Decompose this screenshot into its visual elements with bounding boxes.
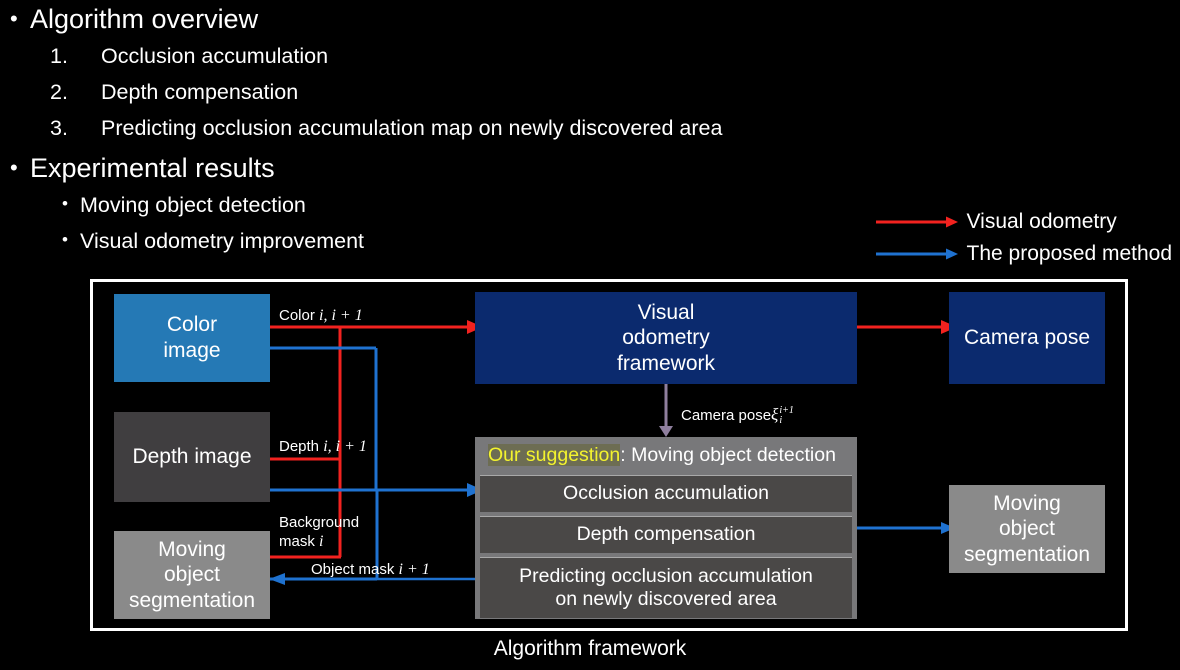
- box-line: Moving: [158, 537, 226, 561]
- edge-label-symbol: ξ: [771, 405, 779, 424]
- legend: Visual odometry The proposed method: [874, 206, 1172, 270]
- box-line: Visual: [637, 300, 695, 324]
- bullet-label: Visual odometry improvement: [80, 229, 365, 253]
- bullet-label: Depth compensation: [101, 80, 299, 104]
- box-line: odometry: [622, 326, 710, 350]
- bullet-predicting-map: 3. Predicting occlusion accumulation map…: [0, 113, 1180, 143]
- step-label: Occlusion accumulation: [563, 482, 769, 505]
- step-label: Predicting occlusion accumulation: [519, 564, 813, 587]
- edge-label-text: Camera pose: [681, 407, 772, 424]
- edge-label-depth-pair: Depth i, i + 1: [279, 437, 367, 456]
- box-label: Depth image: [132, 445, 252, 469]
- slide-stage: • Algorithm overview 1. Occlusion accumu…: [0, 0, 1180, 670]
- edge-label-math: i: [319, 533, 324, 550]
- bullet-dot-icon: •: [10, 6, 18, 31]
- suggestion-title-rest: : Moving object detection: [620, 444, 836, 466]
- legend-item-proposed-method: The proposed method: [874, 238, 1172, 270]
- list-number: 2.: [50, 80, 68, 104]
- box-line: object: [163, 563, 221, 587]
- edge-label-camera-pose-xi: Camera poseξ i+1 i: [681, 405, 794, 426]
- box-our-suggestion: Our suggestion: Moving object detection …: [475, 437, 857, 619]
- bullet-dot-icon: •: [62, 194, 68, 213]
- box-line: framework: [616, 351, 716, 375]
- box-line: Color: [166, 313, 218, 337]
- edge-label-math: i, i + 1: [323, 438, 367, 455]
- subscript: i: [779, 415, 783, 427]
- box-color-image: Color image: [114, 294, 270, 382]
- box-depth-image: Depth image: [114, 412, 270, 502]
- box-label: Camera pose: [963, 326, 1091, 350]
- edge-label-color-pair: Color i, i + 1: [279, 306, 363, 325]
- box-line: image: [163, 339, 221, 362]
- bullet-dot-icon: •: [10, 155, 18, 180]
- box-line: segmentation: [963, 542, 1091, 566]
- edge-label-text: Color: [279, 307, 315, 324]
- bullet-label: Occlusion accumulation: [101, 44, 329, 68]
- bullet-experimental-results: • Experimental results: [0, 152, 1180, 184]
- edge-label-background-mask: Background mask i: [279, 513, 359, 551]
- legend-item-visual-odometry: Visual odometry: [874, 206, 1172, 238]
- edge-label-math: i, i + 1: [319, 307, 363, 324]
- arrow-right-icon: [875, 248, 958, 260]
- legend-label: Visual odometry: [966, 210, 1117, 233]
- bullet-dot-icon: •: [62, 230, 68, 249]
- edge-label-supsub: i+1 i: [779, 406, 794, 426]
- box-moving-object-segmentation-input: Moving object segmentation: [114, 531, 270, 619]
- edge-label-text: Object mask: [311, 561, 395, 578]
- box-camera-pose: Camera pose: [949, 292, 1105, 384]
- arrow-right-icon: [875, 216, 958, 228]
- box-line: Moving: [993, 491, 1061, 515]
- bullet-occlusion-accumulation: 1. Occlusion accumulation: [0, 41, 1180, 71]
- bullet-label: Experimental results: [30, 153, 275, 183]
- suggestion-title: Our suggestion: Moving object detection: [480, 441, 852, 471]
- box-moving-object-segmentation-output: Moving object segmentation: [949, 485, 1105, 573]
- bullet-algorithm-overview: • Algorithm overview: [0, 3, 1180, 35]
- edge-label-math: i + 1: [398, 561, 430, 578]
- bullet-label: Moving object detection: [80, 193, 306, 217]
- list-number: 3.: [50, 116, 68, 140]
- step-label: on newly discovered area: [555, 588, 777, 610]
- list-number: 1.: [50, 44, 68, 68]
- suggestion-highlight: Our suggestion: [488, 444, 621, 466]
- suggestion-step-predicting-occlusion: Predicting occlusion accumulation on new…: [480, 557, 852, 618]
- algorithm-framework-diagram: Color image Depth image Moving object se…: [90, 279, 1128, 631]
- box-line: object: [998, 517, 1056, 541]
- legend-label: The proposed method: [966, 242, 1172, 265]
- step-label: Depth compensation: [576, 523, 756, 546]
- bullet-label: Predicting occlusion accumulation map on…: [101, 116, 723, 140]
- edge-label-text: Background: [279, 514, 360, 531]
- edge-label-text: mask: [279, 533, 315, 550]
- box-line: segmentation: [128, 588, 256, 612]
- box-visual-odometry-framework: Visual odometry framework: [475, 292, 857, 384]
- bullet-label: Algorithm overview: [30, 4, 259, 34]
- edge-label-object-mask: Object mask i + 1: [311, 560, 430, 579]
- suggestion-step-occlusion-accumulation: Occlusion accumulation: [480, 475, 852, 512]
- suggestion-step-depth-compensation: Depth compensation: [480, 516, 852, 553]
- edge-label-text: Depth: [279, 438, 320, 455]
- diagram-caption: Algorithm framework: [493, 637, 687, 660]
- bullet-depth-compensation: 2. Depth compensation: [0, 77, 1180, 107]
